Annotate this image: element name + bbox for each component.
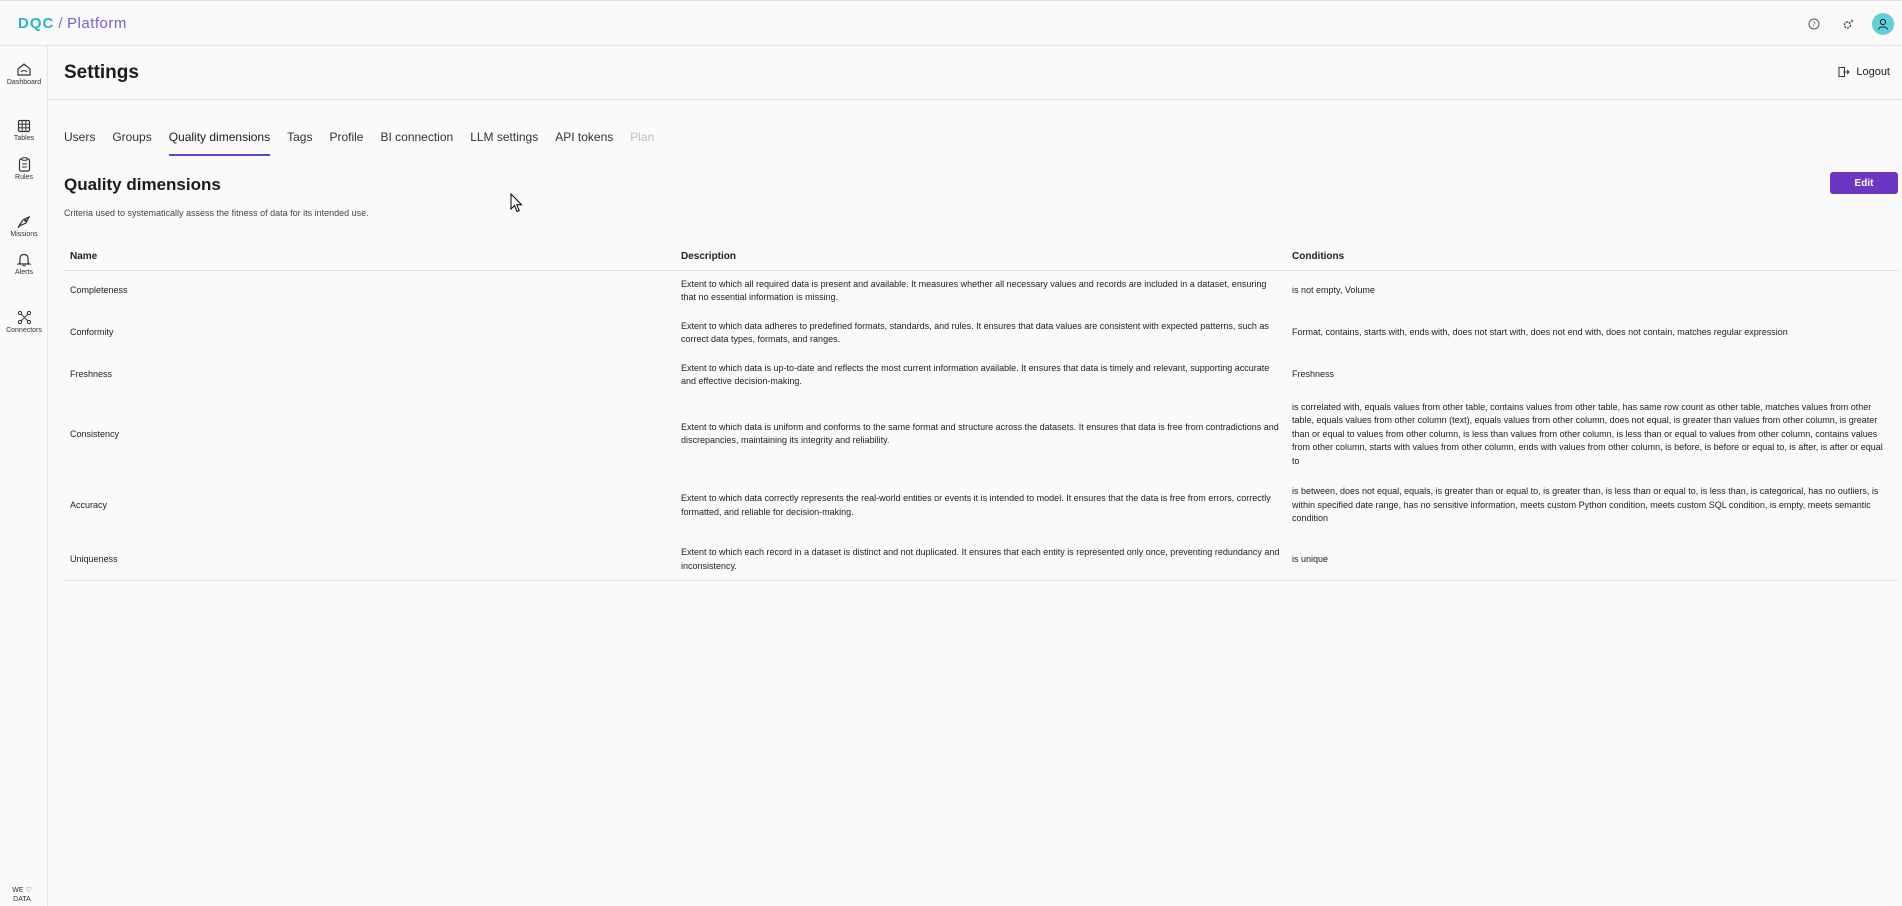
connectors-icon	[17, 310, 31, 325]
tab-llm-settings[interactable]: LLM settings	[470, 124, 538, 156]
sidebar-item-label: Connectors	[6, 327, 42, 334]
clipboard-icon	[18, 157, 30, 172]
cell-name: Freshness	[70, 369, 113, 380]
logout-icon	[1838, 67, 1851, 77]
edit-button[interactable]: Edit	[1830, 172, 1898, 194]
svg-text:?: ?	[1812, 21, 1816, 29]
cell-name: Conformity	[70, 327, 114, 338]
cell-description: Extent to which each record in a dataset…	[675, 538, 1286, 581]
cell-name: Consistency	[70, 428, 120, 439]
user-avatar-icon[interactable]	[1872, 13, 1894, 35]
tab-users[interactable]: Users	[64, 124, 95, 156]
cell-conditions: is correlated with, equals values from o…	[1292, 401, 1883, 466]
mouse-cursor-icon	[510, 193, 523, 213]
bell-icon	[17, 253, 31, 267]
cell-conditions: Freshness	[1292, 369, 1335, 380]
tab-tags[interactable]: Tags	[287, 124, 312, 156]
cell-conditions: is unique	[1286, 538, 1898, 581]
table-icon	[17, 119, 31, 133]
sidebar-item-label: Rules	[15, 174, 33, 181]
footer-line-2: DATA	[13, 896, 31, 903]
logout-label: Logout	[1856, 66, 1890, 78]
page-header: Settings Logout	[48, 46, 1902, 100]
table-row[interactable]: Conformity Extent to which data adheres …	[64, 312, 1898, 354]
cell-name: Accuracy	[70, 499, 108, 510]
page-title: Settings	[64, 62, 139, 83]
table-row[interactable]: Uniqueness Extent to which each record i…	[64, 538, 1898, 581]
table-row[interactable]: Accuracy Extent to which data correctly …	[64, 473, 1898, 539]
sidebar-item-tables[interactable]: Tables	[0, 119, 48, 142]
quality-dimensions-table: Name Description Conditions Completeness…	[64, 244, 1898, 581]
cell-name: Completeness	[70, 285, 128, 296]
sidebar-item-label: Alerts	[15, 269, 33, 276]
table-row[interactable]: Consistency Extent to which data is unif…	[64, 396, 1898, 473]
sidebar-item-connectors[interactable]: Connectors	[0, 310, 48, 334]
sidebar-item-label: Missions	[10, 231, 38, 238]
logout-button[interactable]: Logout	[1838, 66, 1890, 78]
missions-icon	[17, 215, 31, 229]
table-row[interactable]: Freshness Extent to which data is up-to-…	[64, 354, 1898, 396]
tab-bi-connection[interactable]: BI connection	[380, 124, 453, 156]
sidebar-item-missions[interactable]: Missions	[0, 214, 48, 238]
cell-conditions: Format, contains, starts with, ends with…	[1292, 327, 1788, 338]
sidebar-item-rules[interactable]: Rules	[0, 157, 48, 181]
column-header-name[interactable]: Name	[64, 244, 675, 271]
column-header-description[interactable]: Description	[675, 244, 1286, 271]
cell-description: Extent to which data is up-to-date and r…	[681, 362, 1270, 387]
tab-profile[interactable]: Profile	[329, 124, 363, 156]
footer-logo: WE ♡ DATA	[0, 886, 44, 904]
table-header-row: Name Description Conditions	[64, 244, 1898, 271]
logo-brand: DQC	[18, 15, 55, 32]
cell-description: Extent to which all required data is pre…	[681, 278, 1267, 303]
logo-separator: /	[58, 15, 64, 32]
help-icon[interactable]: ?	[1804, 14, 1824, 34]
tab-api-tokens[interactable]: API tokens	[555, 124, 613, 156]
cell-conditions: is between, does not equal, equals, is g…	[1292, 486, 1879, 524]
settings-sparkle-icon[interactable]	[1838, 14, 1858, 34]
table-row[interactable]: Completeness Extent to which all require…	[64, 270, 1898, 312]
tab-groups[interactable]: Groups	[112, 124, 151, 156]
section-subtitle: Criteria used to systematically assess t…	[64, 208, 369, 218]
section-title: Quality dimensions	[64, 175, 221, 194]
tab-plan: Plan	[630, 130, 655, 144]
column-header-conditions[interactable]: Conditions	[1286, 244, 1898, 271]
logo-product: Platform	[67, 15, 127, 32]
sidebar: Dashboard Tables Rules Missions Alerts C…	[0, 46, 48, 906]
cell-description: Extent to which data adheres to predefin…	[681, 320, 1269, 345]
cell-name: Uniqueness	[64, 538, 675, 581]
top-icons: ?	[1804, 13, 1894, 35]
cell-conditions: is not empty, Volume	[1292, 285, 1375, 296]
sidebar-item-alerts[interactable]: Alerts	[0, 252, 48, 276]
sidebar-item-dashboard[interactable]: Dashboard	[0, 62, 48, 86]
cell-description: Extent to which data is uniform and conf…	[681, 421, 1279, 446]
app-logo[interactable]: DQC / Platform	[18, 15, 127, 32]
top-bar: DQC / Platform ?	[0, 0, 1902, 46]
sidebar-item-label: Tables	[13, 135, 35, 142]
home-icon	[17, 63, 31, 76]
footer-line-1: WE ♡	[12, 887, 32, 894]
settings-tabs: Users Groups Quality dimensions Tags Pro…	[64, 124, 671, 156]
tab-quality-dimensions[interactable]: Quality dimensions	[168, 124, 271, 156]
cell-description: Extent to which data correctly represent…	[681, 493, 1271, 517]
sidebar-item-label: Dashboard	[6, 79, 42, 86]
